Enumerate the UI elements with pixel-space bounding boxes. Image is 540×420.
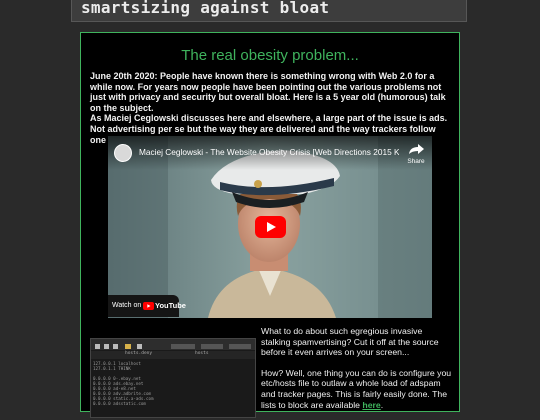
article-panel: The real obesity problem... June 20th 20…: [80, 32, 460, 418]
youtube-play-icon: [143, 302, 154, 310]
hosts-file-screenshot: hosts.deny hosts 127.0.0.1 localhost 127…: [90, 338, 256, 418]
youtube-logo: YouTube: [143, 301, 186, 311]
youtube-video-embed[interactable]: Maciej Ceglowski - The Website Obesity C…: [108, 136, 432, 318]
share-label: Share: [407, 158, 425, 165]
share-button[interactable]: Share: [405, 141, 427, 167]
hosts-file-lines: 127.0.0.1 localhost 127.0.1.1 THINK 0.0.…: [93, 361, 154, 406]
tab-hosts: hosts: [195, 351, 209, 356]
article-heading: The real obesity problem...: [181, 47, 359, 64]
tab-hosts-deny: hosts.deny: [125, 351, 153, 356]
watch-on-label: Watch on: [112, 302, 142, 309]
side-paragraph-2-text: How? Well, one thing you can do is confi…: [261, 367, 452, 410]
youtube-wordmark: YouTube: [155, 301, 186, 310]
editor-toolbar: [91, 339, 255, 350]
video-title-bar: Maciej Ceglowski - The Website Obesity C…: [108, 136, 432, 170]
intro-paragraph-1: June 20th 2020: People have known there …: [90, 71, 446, 113]
share-icon: [409, 144, 424, 154]
article-intro: June 20th 2020: People have known there …: [90, 71, 452, 145]
channel-avatar[interactable]: [114, 144, 132, 162]
hosts-line: 0.0.0.0 adsstatic.com: [93, 401, 146, 406]
side-paragraph-2: How? Well, one thing you can do is confi…: [261, 368, 454, 410]
site-header: smartsizing against bloat: [71, 0, 467, 22]
site-title[interactable]: smartsizing against bloat: [81, 0, 329, 17]
article-side-text: What to do about such egregious invasive…: [261, 326, 454, 420]
side-paragraph-1: What to do about such egregious invasive…: [261, 326, 439, 358]
watch-on-youtube-button[interactable]: Watch on YouTube: [108, 295, 186, 317]
play-button-icon[interactable]: [255, 216, 286, 238]
video-title[interactable]: Maciej Ceglowski - The Website Obesity C…: [139, 147, 399, 157]
editor-tabs: hosts.deny hosts: [91, 351, 255, 359]
